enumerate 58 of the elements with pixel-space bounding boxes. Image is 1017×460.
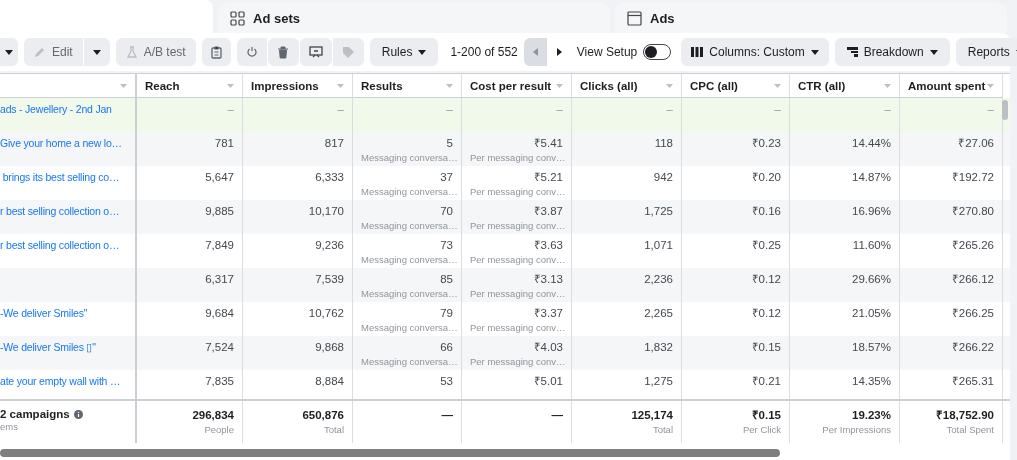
table-cell: 781 [137,132,243,166]
table-cell: 7,539 [243,268,353,302]
table-cell: 7,835 [137,370,243,399]
columns-button[interactable]: Columns: Custom [681,38,829,66]
table-cell: 66 Messaging conversa… [353,336,462,370]
tab[interactable]: Ads [615,3,1007,33]
table-cell: 10,170 [243,200,353,234]
table-cell: 53 [353,370,462,399]
tab[interactable]: Ad sets [218,3,610,33]
table-cell: 8,884 [243,370,353,399]
table-cell: 16.96% [790,200,900,234]
table-cell: ₹0.21 [682,370,790,399]
totals-label: 2 campaigns [0,408,70,420]
table-cell: 2,236 [572,268,682,302]
table-cell: 1,275 [572,370,682,399]
ad-name-link[interactable]: r best selling collection o… [0,238,120,253]
table-cell: 14.44% [790,132,900,166]
table-cell: 817 [243,132,353,166]
table-cell: 85 Messaging conversa… [353,268,462,302]
table-cell: 1,725 [572,200,682,234]
table-cell: ₹27.06 [900,132,1003,166]
ad-name-link[interactable]: r best selling collection o… [0,204,120,219]
table-cell: 5 Messaging conversa… [353,132,462,166]
breakdown-button[interactable]: Breakdown [834,38,950,66]
table-cell: ₹0.12 [682,268,790,302]
ad-name-link[interactable]: -We deliver Smiles" [0,306,88,321]
pagination-range: 1-200 of 552 [450,45,518,59]
table-cell: ₹270.80 [900,200,1003,234]
ad-name-link[interactable]: brings its best selling co… [0,170,120,185]
table-cell: ₹0.16 [682,200,790,234]
table-cell: ₹5.41 Per messaging conv… [462,132,572,166]
ad-name-link[interactable]: Give your home a new lo… [0,136,122,151]
table-cell: ₹0.15 [682,336,790,370]
reports-button[interactable]: Reports [955,38,1017,66]
rules-button[interactable]: Rules [369,38,439,66]
table-cell: 118 [572,132,682,166]
table-cell: 7,524 [137,336,243,370]
table-cell: 14.35% [790,370,900,399]
table-cell: ₹0.23 [682,132,790,166]
table-cell: ₹5.01 [462,370,572,399]
table-cell: ₹266.22 [900,336,1003,370]
table-cell: ₹265.31 [900,370,1003,399]
table-cell: 9,868 [243,336,353,370]
table-cell: ₹4.03 Per messaging conv… [462,336,572,370]
table-cell: ₹3.87 Per messaging conv… [462,200,572,234]
view-setup-label: View Setup [576,45,638,59]
table-cell: 6,317 [137,268,243,302]
table-cell: 1,832 [572,336,682,370]
table-cell: 29.66% [790,268,900,302]
table-cell: 9,885 [137,200,243,234]
table-cell: ₹266.12 [900,268,1003,302]
ad-name-link[interactable]: ate your empty wall with … [0,374,121,389]
table-cell: 70 Messaging conversa… [353,200,462,234]
ad-name-link[interactable]: -We deliver Smiles ▯" [0,340,96,355]
table-cell: ₹3.13 Per messaging conv… [462,268,572,302]
table-cell: 18.57% [790,336,900,370]
totals-sublabel: ems [0,420,19,433]
ad-name-link[interactable]: ads - Jewellery - 2nd Jan [0,102,112,117]
